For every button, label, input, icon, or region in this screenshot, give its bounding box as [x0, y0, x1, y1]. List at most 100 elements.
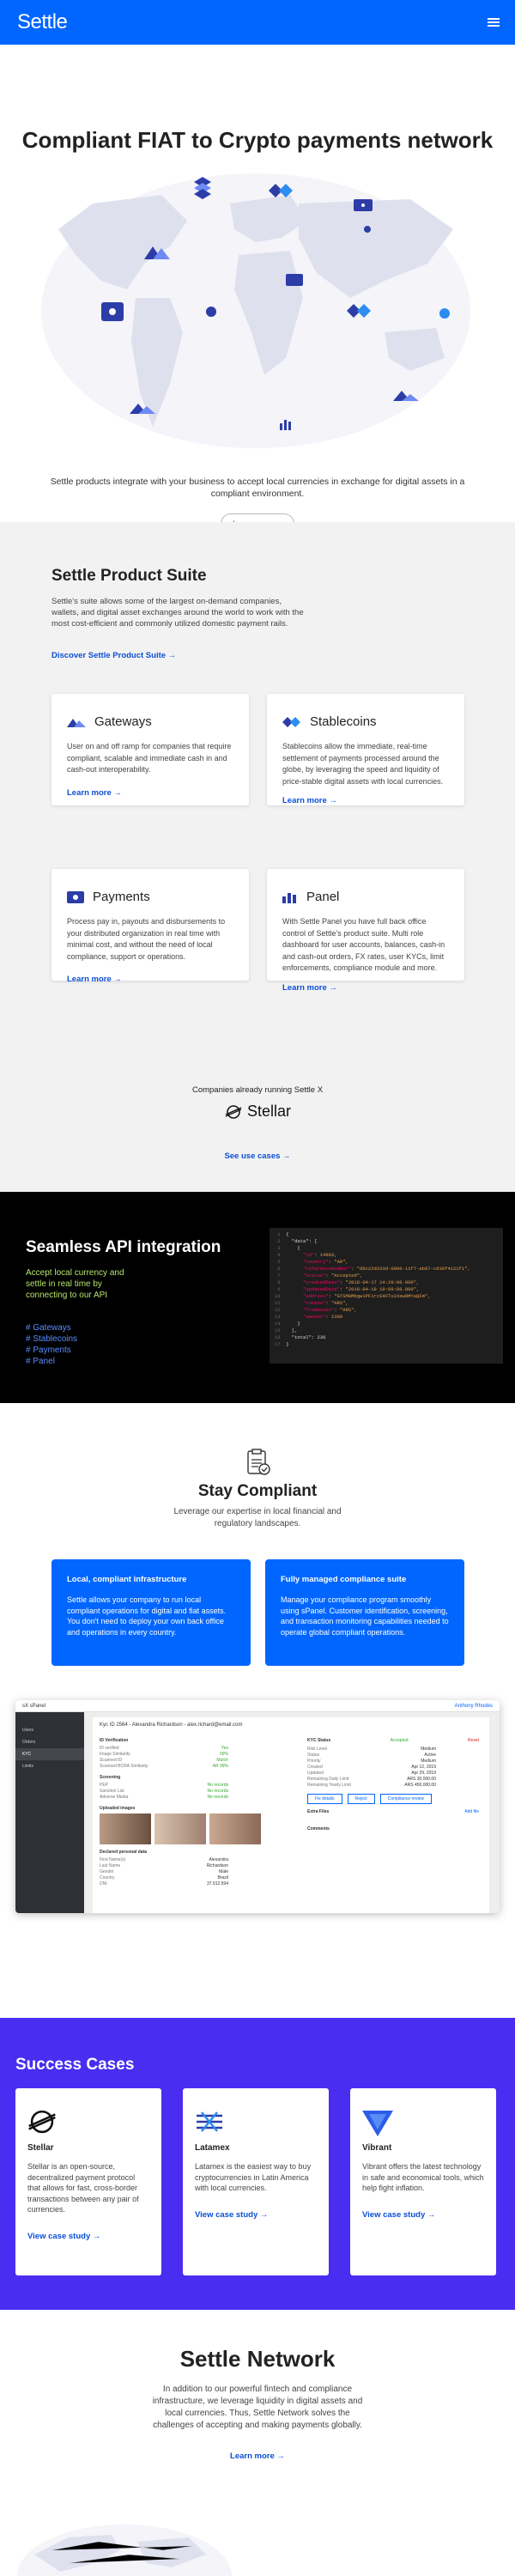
hero-text: Settle products integrate with your busi… — [50, 477, 465, 499]
compliance-suite-card: Fully managed compliance suite Manage yo… — [265, 1559, 464, 1666]
code-key: "updatedDate" — [286, 1286, 340, 1292]
code-line: 5 "country": "AR", — [275, 1259, 498, 1266]
kv-label: Gender — [100, 1869, 114, 1874]
vibrant-case-link[interactable]: View case study → — [362, 2210, 435, 2220]
hero-title: Compliant FIAT to Crypto payments networ… — [21, 127, 494, 153]
spanel-sidebar: Users Orders KYC Limits — [15, 1712, 84, 1913]
gateways-card: Gateways User on and off ramp for compan… — [52, 694, 249, 805]
gateways-learn-more-link[interactable]: Learn more → — [67, 788, 233, 798]
kv-row: Risk Level Medium — [307, 1747, 436, 1753]
line-number: 10 — [275, 1293, 287, 1299]
code-line: 17 } — [275, 1341, 498, 1348]
code-value: : "d0c22d333d-0000-11f7-ab67-cd39f4121f1… — [351, 1266, 470, 1272]
code-value: : "2018-04-18 10:00:00.000", — [339, 1286, 420, 1292]
mountain-icon — [67, 718, 86, 727]
spanel-user[interactable]: Anthony Rhodes — [455, 1704, 493, 1709]
kv-row: Scanned ID Match — [100, 1758, 228, 1764]
line-number: 11 — [275, 1300, 287, 1306]
site-header: Settle — [0, 0, 515, 45]
code-line: 10 "address": "GTSM8Mbgw1PF1rcS4FTu1Xew9… — [275, 1293, 498, 1300]
api-link-gateways[interactable]: # Gateways — [26, 1322, 77, 1334]
line-number: 16 — [275, 1334, 287, 1340]
latamex-case-name: Latamex — [195, 2143, 230, 2153]
gateways-text: User on and off ramp for companies that … — [67, 742, 232, 774]
selfie-image[interactable] — [154, 1814, 206, 1844]
stablecoins-title: Stablecoins — [310, 714, 377, 729]
code-line: 6 "referenceNumber": "d0c22d333d-0000-11… — [275, 1266, 498, 1273]
kv-label: Remaining Yearly Limit — [307, 1783, 351, 1788]
spanel-screenshot: sX sPanel Anthony Rhodes Users Orders KY… — [15, 1700, 500, 1913]
kyc-rows: Risk Level Medium Status Active Priority Medi… — [307, 1747, 479, 1789]
kv-value: Brazil — [217, 1875, 228, 1880]
add-file-button[interactable]: Add file — [464, 1809, 479, 1814]
code-line: 11 "tokens": "ARS", — [275, 1300, 498, 1307]
settle-logo[interactable]: Settle — [17, 10, 68, 34]
line-number: 3 — [275, 1245, 287, 1251]
kv-label: Scanned BCRA Similarity — [100, 1764, 148, 1769]
payments-card: Payments Process pay in, payouts and dis… — [52, 869, 249, 984]
id-verification-title: ID Verification — [100, 1738, 129, 1743]
spanel-menu-limits[interactable]: Limits — [15, 1760, 84, 1772]
gateways-title: Gateways — [94, 714, 152, 729]
id-image[interactable] — [100, 1814, 151, 1844]
line-number: 2 — [275, 1238, 287, 1244]
panel-learn-more-link[interactable]: Learn more → — [282, 983, 449, 993]
stellar-wordmark: Stellar — [247, 1103, 292, 1120]
api-link-panel[interactable]: # Panel — [26, 1356, 77, 1367]
kv-row: First Name(s) Alexandra — [100, 1857, 228, 1863]
code-value: : "AR", — [328, 1259, 348, 1265]
kyc-actions: Fix details Reject Compliance review — [307, 1794, 479, 1804]
kv-value: ARS 450,000.00 — [404, 1783, 436, 1788]
line-number: 9 — [275, 1286, 287, 1292]
api-link-payments[interactable]: # Payments — [26, 1345, 77, 1356]
latamex-case-text: Latamex is the easiest way to buy crypto… — [195, 2162, 312, 2192]
stellar-case-link[interactable]: View case study → — [27, 2232, 100, 2241]
code-key: "status" — [286, 1273, 326, 1279]
code-value: : 14983, — [314, 1252, 337, 1258]
menu-icon[interactable] — [488, 18, 500, 27]
spanel-menu-kyc[interactable]: KYC — [15, 1748, 84, 1760]
world-map-illustration — [41, 173, 470, 448]
latamex-case-link[interactable]: View case study → — [195, 2210, 268, 2220]
reset-button[interactable]: Reset — [468, 1738, 479, 1743]
document-image[interactable] — [209, 1814, 261, 1844]
payments-learn-more-link[interactable]: Learn more → — [67, 975, 233, 984]
reject-button[interactable]: Reject — [347, 1794, 375, 1804]
spanel-menu-orders[interactable]: Orders — [15, 1736, 84, 1748]
personal-data-rows: First Name(s) Alexandra Last Name Richardso… — [100, 1857, 263, 1887]
fix-details-button[interactable]: Fix details — [307, 1794, 342, 1804]
kv-value: Apr 12, 2019 — [411, 1765, 436, 1770]
spanel-menu-users[interactable]: Users — [15, 1724, 84, 1736]
kv-row: Scanned BCRA Similarity AR 99% — [100, 1764, 228, 1770]
line-number: 5 — [275, 1259, 287, 1265]
id-verification-rows: ID verified Yes Image Similarity 99% Scanned… — [100, 1746, 263, 1770]
kv-value: Richardson — [206, 1863, 228, 1868]
hero-section: Compliant FIAT to Crypto payments networ… — [0, 45, 515, 534]
local-infrastructure-text: Settle allows your company to run local … — [67, 1595, 227, 1637]
panel-text: With Settle Panel you have full back off… — [282, 917, 445, 972]
card-icon — [67, 890, 84, 903]
kv-label: Country — [100, 1875, 115, 1880]
api-link-stablecoins[interactable]: # Stablecoins — [26, 1334, 77, 1345]
see-use-cases-link[interactable]: See use cases → — [224, 1151, 290, 1161]
code-key: "id" — [286, 1252, 315, 1258]
kv-label: First Name(s) — [100, 1857, 126, 1862]
code-snippet: 1 { 2 "data": [ 3 { 4 "id": 14983, 5 "co… — [270, 1228, 503, 1364]
code-text: ], — [286, 1327, 298, 1334]
kv-value: Apr 29, 2019 — [411, 1771, 436, 1776]
compliance-review-button[interactable]: Compliance review — [379, 1794, 432, 1804]
kv-row: Sanction List No records — [100, 1789, 228, 1795]
network-learn-more-link[interactable]: Learn more → — [230, 2451, 285, 2461]
stellar-icon — [225, 1104, 242, 1119]
code-text: } — [286, 1341, 289, 1347]
latamex-icon — [197, 2111, 222, 2132]
stablecoins-learn-more-link[interactable]: Learn more → — [282, 796, 449, 805]
code-value: : 2300 — [325, 1314, 343, 1320]
suite-text: Settle's suite allows some of the larges… — [52, 597, 304, 629]
line-number: 7 — [275, 1273, 287, 1279]
stablecoins-card: Stablecoins Stablecoins allow the immedi… — [267, 694, 464, 805]
discover-suite-link[interactable]: Discover Settle Product Suite → — [52, 651, 176, 660]
spanel-back-title[interactable]: Kyc ID 2564 - Alexandra Richardson - ale… — [100, 1722, 482, 1728]
stellar-case-text: Stellar is an open-source, decentralized… — [27, 2162, 139, 2214]
kv-label: Created — [307, 1765, 323, 1770]
